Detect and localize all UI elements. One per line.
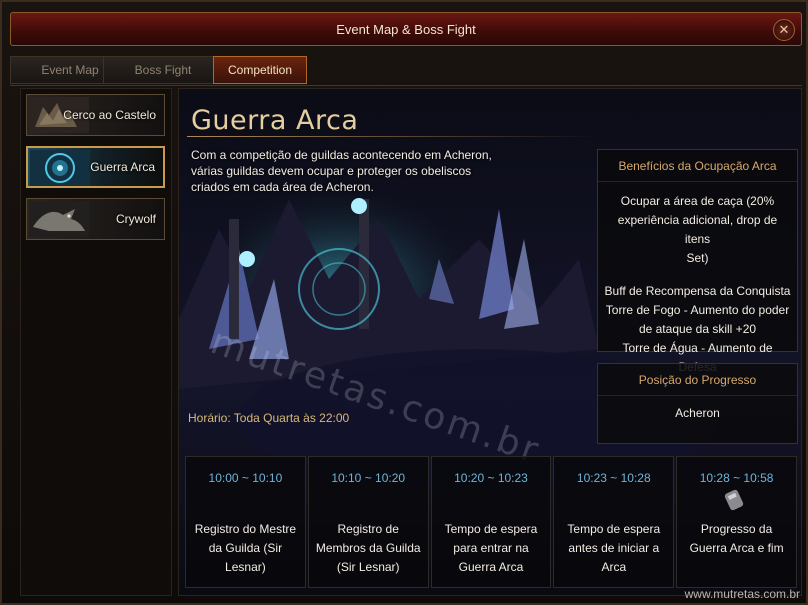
tab-competition[interactable]: Competition: [213, 56, 307, 84]
benefit-line: de ataque da skill +20: [638, 322, 757, 336]
close-button[interactable]: ✕: [773, 19, 795, 41]
slot-stage: Tempo de espera para entrar na Guerra Ar…: [444, 522, 538, 574]
tab-label: Boss Fight: [134, 63, 192, 77]
sidebar-item-label: Cerco ao Castelo: [63, 108, 156, 122]
sidebar-item-cerco-ao-castelo[interactable]: Cerco ao Castelo: [26, 94, 165, 136]
benefit-line: Set): [686, 251, 709, 265]
tab-label: Competition: [227, 63, 293, 77]
slot-time: 10:10 ~ 10:20: [331, 471, 406, 485]
sidebar-item-label: Crywolf: [115, 212, 156, 226]
slot-stage: Registro do Mestre da Guilda (Sir Lesnar…: [194, 522, 297, 574]
benefits-body: Ocupar a área de caça (20% experiência a…: [598, 182, 797, 377]
tab-boss-fight[interactable]: Boss Fight: [103, 56, 223, 84]
title-divider: [187, 136, 597, 137]
timeline-slot: 10:20 ~ 10:23 Tempo de espera para entra…: [430, 456, 552, 588]
slot-stage: Registro de Membros da Guilda (Sir Lesna…: [315, 522, 421, 574]
window-title: Event Map & Boss Fight: [336, 21, 476, 37]
benefit-line: Torre de Fogo - Aumento do poder: [605, 303, 790, 317]
event-schedule: Horário: Toda Quarta às 22:00: [188, 411, 350, 425]
timeline-slot: 10:10 ~ 10:20 Registro de Membros da Gui…: [307, 456, 429, 588]
event-detail-panel: Guerra Arca Com a competição de guildas …: [178, 88, 802, 596]
footer-watermark: www.mutretas.com.br: [684, 587, 800, 601]
progress-location: Acheron: [675, 406, 720, 420]
sidebar-item-label: Guerra Arca: [90, 160, 155, 174]
event-window: Event Map & Boss Fight ✕ Event Map Boss …: [0, 0, 808, 605]
progress-header: Posição do Progresso: [598, 364, 797, 396]
progress-marker-icon: [725, 489, 744, 511]
benefit-line: experiência adicional, drop de itens: [617, 213, 778, 246]
window-titlebar: Event Map & Boss Fight ✕: [10, 12, 802, 46]
benefit-line: Ocupar a área de caça (20%: [620, 194, 775, 208]
slot-stage: Progresso da Guerra Arca e fim: [689, 522, 784, 555]
close-icon: ✕: [778, 22, 790, 37]
progress-panel: Posição do Progresso Acheron: [597, 363, 798, 444]
arca-war-icon: [30, 150, 90, 186]
benefits-panel: Benefícios da Ocupação Arca Ocupar a áre…: [597, 149, 798, 374]
slot-time: 10:20 ~ 10:23: [454, 471, 528, 485]
slot-time: 10:23 ~ 10:28: [576, 471, 651, 485]
timeline-slot: 10:28 ~ 10:58 Progresso da Guerra Arca e…: [676, 456, 797, 588]
slot-time: 10:28 ~ 10:58: [699, 471, 774, 485]
benefit-spacer: [604, 268, 791, 282]
slot-time: 10:00 ~ 10:10: [208, 471, 283, 485]
sidebar-item-guerra-arca[interactable]: Guerra Arca: [26, 146, 165, 188]
event-timeline: 10:00 ~ 10:10 Registro do Mestre da Guil…: [185, 456, 797, 588]
page-title: Guerra Arca: [191, 105, 359, 136]
benefits-header: Benefícios da Ocupação Arca: [598, 150, 797, 182]
tab-label: Event Map: [41, 63, 99, 77]
timeline-slot: 10:23 ~ 10:28 Tempo de espera antes de i…: [553, 456, 675, 588]
crywolf-icon: [29, 201, 89, 237]
competition-sidebar: Cerco ao Castelo Guerra Arca Crywolf: [20, 88, 172, 596]
sidebar-item-crywolf[interactable]: Crywolf: [26, 198, 165, 240]
event-description: Com a competição de guildas acontecendo …: [191, 148, 492, 194]
benefit-line: Buff de Recompensa da Conquista: [604, 284, 791, 298]
slot-stage: Tempo de espera antes de iniciar a Arca: [567, 522, 661, 574]
tab-bar: Event Map Boss Fight Competition: [10, 54, 802, 86]
timeline-slot: 10:00 ~ 10:10 Registro do Mestre da Guil…: [185, 456, 306, 588]
